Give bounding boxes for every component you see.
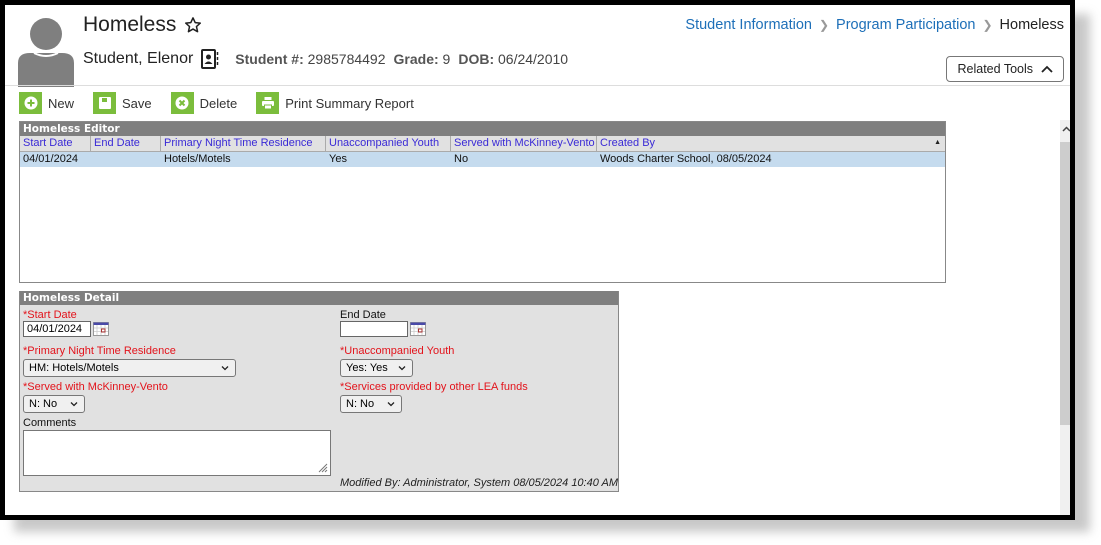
chevron-down-icon — [221, 366, 229, 371]
modified-by: Modified By: Administrator, System 08/05… — [340, 477, 618, 489]
add-icon — [19, 92, 42, 114]
print-summary-report-button[interactable]: Print Summary Report — [256, 92, 414, 114]
end-date-label: End Date — [340, 309, 386, 321]
start-date-field: *Start Date 04/01/2024 — [23, 309, 109, 337]
student-number: 2985784492 — [307, 51, 386, 67]
student-avatar-icon — [18, 18, 74, 87]
start-date-input[interactable]: 04/01/2024 — [23, 321, 91, 337]
contact-card-icon[interactable] — [201, 49, 219, 69]
student-meta: Student #: 2985784492 Grade: 9 DOB: 06/2… — [235, 51, 568, 67]
homeless-detail: Homeless Detail *Start Date 04/01/2024 E… — [19, 291, 619, 492]
delete-label: Delete — [199, 95, 238, 111]
action-toolbar: New Save Delete Print Summary Report — [19, 92, 433, 114]
breadcrumb-current: Homeless — [999, 17, 1064, 33]
column-header-unaccompanied-youth[interactable]: Unaccompanied Youth — [326, 136, 451, 151]
end-date-input[interactable] — [340, 321, 408, 337]
column-header-primary-night-time-residence[interactable]: Primary Night Time Residence — [161, 136, 326, 151]
cell-unaccompanied-youth: Yes — [329, 153, 347, 165]
end-date-field: End Date — [340, 309, 426, 337]
calendar-icon[interactable] — [410, 322, 426, 336]
screenshot-frame: Homeless Student, Elenor Student #: 2985… — [0, 0, 1075, 520]
save-icon — [93, 92, 117, 114]
cell-served-with-mckinney-vento: No — [454, 153, 469, 165]
delete-button[interactable]: Delete — [170, 92, 238, 114]
cell-created-by: Woods Charter School, 08/05/2024 — [600, 153, 772, 165]
print-summary-report-label: Print Summary Report — [285, 95, 414, 111]
residence-field: *Primary Night Time Residence HM: Hotels… — [23, 345, 236, 377]
residence-select[interactable]: HM: Hotels/Motels — [23, 359, 236, 377]
vertical-scrollbar[interactable] — [1060, 120, 1070, 515]
sort-ascending-icon: ▲ — [934, 139, 941, 146]
mckinney-select[interactable]: N: No — [23, 395, 85, 413]
cell-end-date — [91, 152, 161, 167]
scrollbar-thumb[interactable] — [1060, 142, 1070, 425]
column-header-end-date[interactable]: End Date — [91, 136, 161, 151]
page-title-text: Homeless — [83, 13, 177, 36]
student-name: Student, Elenor — [83, 50, 194, 67]
dob-value: 06/24/2010 — [498, 51, 569, 67]
residence-label: *Primary Night Time Residence — [23, 345, 176, 357]
delete-icon — [170, 92, 194, 114]
save-button[interactable]: Save — [93, 92, 152, 114]
chevron-up-icon — [1061, 126, 1070, 132]
page-title: Homeless — [83, 13, 202, 37]
related-tools-label: Related Tools — [957, 62, 1033, 76]
chevron-down-icon — [387, 402, 395, 407]
dob-label: DOB: — [458, 51, 495, 67]
breadcrumb-student-information[interactable]: Student Information — [685, 17, 812, 33]
residence-value: HM: Hotels/Motels — [29, 362, 119, 374]
new-button[interactable]: New — [19, 92, 74, 114]
column-header-created-by-label: Created By — [600, 137, 656, 149]
scroll-up-button[interactable] — [1060, 122, 1070, 136]
start-date-label: *Start Date — [23, 309, 77, 321]
editor-title: Homeless Editor — [20, 122, 945, 136]
cell-start-date: 04/01/2024 — [23, 153, 79, 165]
calendar-icon[interactable] — [93, 322, 109, 336]
mckinney-field: *Served with McKinney-Vento N: No — [23, 381, 168, 413]
chevron-up-icon — [1041, 65, 1053, 73]
column-header-created-by[interactable]: Created By ▲ — [597, 136, 945, 151]
chevron-down-icon — [70, 402, 78, 407]
breadcrumb: Student Information ❯ Program Participat… — [685, 17, 1064, 33]
column-header-start-date[interactable]: Start Date — [20, 136, 91, 151]
student-number-label: Student #: — [235, 51, 304, 67]
breadcrumb-program-participation[interactable]: Program Participation — [836, 17, 975, 33]
comments-field: Comments — [23, 417, 331, 476]
header-divider — [5, 85, 1070, 86]
favorite-star-icon[interactable] — [184, 16, 202, 34]
unaccompanied-select[interactable]: Yes: Yes — [340, 359, 413, 377]
lea-funds-label: *Services provided by other LEA funds — [340, 381, 528, 393]
grid-header: Start Date End Date Primary Night Time R… — [20, 136, 945, 152]
table-row[interactable]: 04/01/2024 Hotels/Motels Yes No Woods Ch… — [20, 152, 945, 167]
unaccompanied-label: *Unaccompanied Youth — [340, 345, 455, 357]
detail-title: Homeless Detail — [20, 291, 618, 305]
lea-funds-field: *Services provided by other LEA funds N:… — [340, 381, 528, 413]
chevron-down-icon — [398, 366, 406, 371]
comments-label: Comments — [23, 417, 77, 429]
comments-textarea[interactable] — [23, 430, 331, 476]
resize-handle-icon[interactable] — [316, 461, 328, 473]
unaccompanied-field: *Unaccompanied Youth Yes: Yes — [340, 345, 454, 377]
homeless-editor: Homeless Editor Start Date End Date Prim… — [19, 121, 946, 283]
lea-funds-value: N: No — [346, 398, 375, 410]
grade-label: Grade: — [393, 51, 439, 67]
printer-icon — [256, 92, 280, 114]
page: Homeless Student, Elenor Student #: 2985… — [5, 5, 1070, 515]
grade-value: 9 — [442, 51, 451, 67]
related-tools-button[interactable]: Related Tools — [946, 56, 1064, 82]
lea-funds-select[interactable]: N: No — [340, 395, 402, 413]
mckinney-value: N: No — [29, 398, 58, 410]
cell-primary-night-time-residence: Hotels/Motels — [164, 153, 231, 165]
breadcrumb-separator-icon: ❯ — [818, 18, 830, 32]
save-label: Save — [122, 95, 152, 111]
student-info: Student, Elenor Student #: 2985784492 Gr… — [83, 49, 568, 69]
unaccompanied-value: Yes: Yes — [346, 362, 388, 374]
column-header-served-with-mckinney-vento[interactable]: Served with McKinney-Vento — [451, 136, 597, 151]
mckinney-label: *Served with McKinney-Vento — [23, 381, 168, 393]
new-label: New — [48, 95, 75, 111]
breadcrumb-separator-icon: ❯ — [982, 18, 993, 32]
